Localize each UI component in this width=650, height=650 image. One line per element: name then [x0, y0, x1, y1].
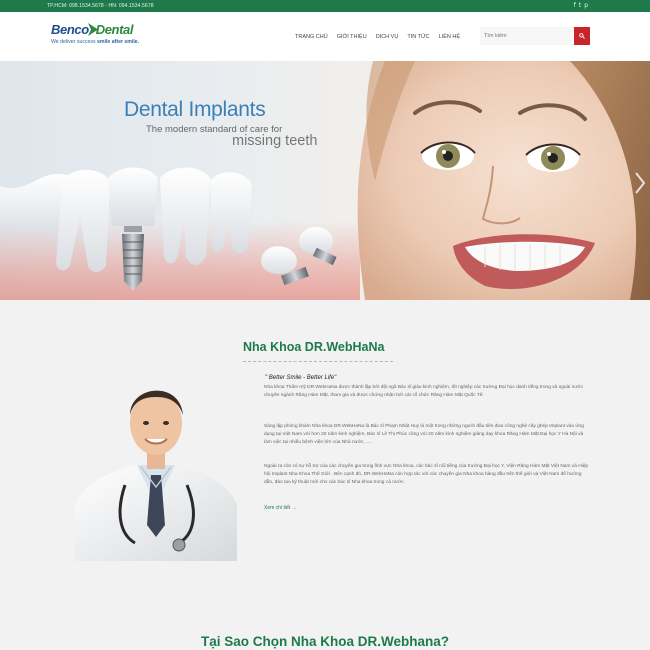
top-bar: TP.HCM: 098.1534.5678 - HN: 094.1534.567… [0, 0, 650, 12]
social-links: f t p [574, 2, 588, 9]
search-input[interactable] [480, 27, 573, 45]
doctor-image [75, 375, 237, 561]
nav-item-services[interactable]: DỊCH VỤ [376, 34, 399, 40]
logo-tagline-part2: smile after smile. [97, 39, 140, 45]
slider-next-arrow-icon[interactable] [633, 171, 647, 195]
hotline-text: TP.HCM: 098.1534.5678 - HN: 094.1534.567… [47, 3, 154, 9]
logo-brand-part2: Dental [95, 22, 134, 37]
about-section: Nha Khoa DR.WebHaNa " Better Smile - Bet… [0, 300, 650, 650]
read-more-link[interactable]: Xem chi tiết → [264, 505, 297, 511]
hero-banner: Dental Implants The modern standard of c… [0, 61, 650, 300]
hero-subtitle-2: missing teeth [232, 133, 318, 149]
dental-implant-image [0, 167, 337, 291]
doctor-illustration [75, 390, 237, 561]
nav-item-contact[interactable]: LIÊN HỆ [439, 34, 460, 40]
title-divider [243, 361, 393, 362]
facebook-icon[interactable]: f [574, 2, 576, 9]
search-icon [579, 33, 585, 39]
smiling-woman-image [357, 61, 650, 300]
why-choose-title: Tại Sao Chọn Nha Khoa DR.Webhana? [200, 634, 450, 649]
logo-brand-part1: Benco [51, 22, 89, 37]
hero-title: Dental Implants [124, 98, 266, 121]
search-box [480, 27, 590, 45]
logo-tagline: We deliver success smile after smile. [51, 39, 139, 45]
pinterest-icon[interactable]: p [584, 2, 588, 9]
about-paragraph-1: Nha khoa Thẩm mỹ DR.WebHaNa được thành l… [264, 385, 584, 398]
about-paragraph-2: Sáng lập phòng khám Nha khoa DR.WebHaNa … [264, 424, 584, 445]
about-title: Nha Khoa DR.WebHaNa [243, 340, 385, 354]
about-quote: " Better Smile - Better Life" [265, 375, 337, 381]
about-paragraph-3: Ngoài ra còn có sự hỗ trợ của các chuyên… [264, 464, 589, 485]
site-header: Benco Dental We deliver success smile aft… [0, 12, 650, 61]
search-button[interactable] [574, 27, 590, 45]
main-nav: TRANG CHỦ GIỚI THIỆU DỊCH VỤ TIN TỨC LIÊ… [295, 34, 469, 40]
logo-chevron-icon [88, 23, 98, 36]
nav-item-about[interactable]: GIỚI THIỆU [337, 34, 367, 40]
site-logo[interactable]: Benco Dental We deliver success smile aft… [51, 22, 161, 52]
twitter-icon[interactable]: t [579, 2, 581, 9]
nav-item-home[interactable]: TRANG CHỦ [295, 34, 328, 40]
nav-item-news[interactable]: TIN TỨC [407, 34, 429, 40]
logo-tagline-part1: We deliver success [51, 39, 98, 45]
